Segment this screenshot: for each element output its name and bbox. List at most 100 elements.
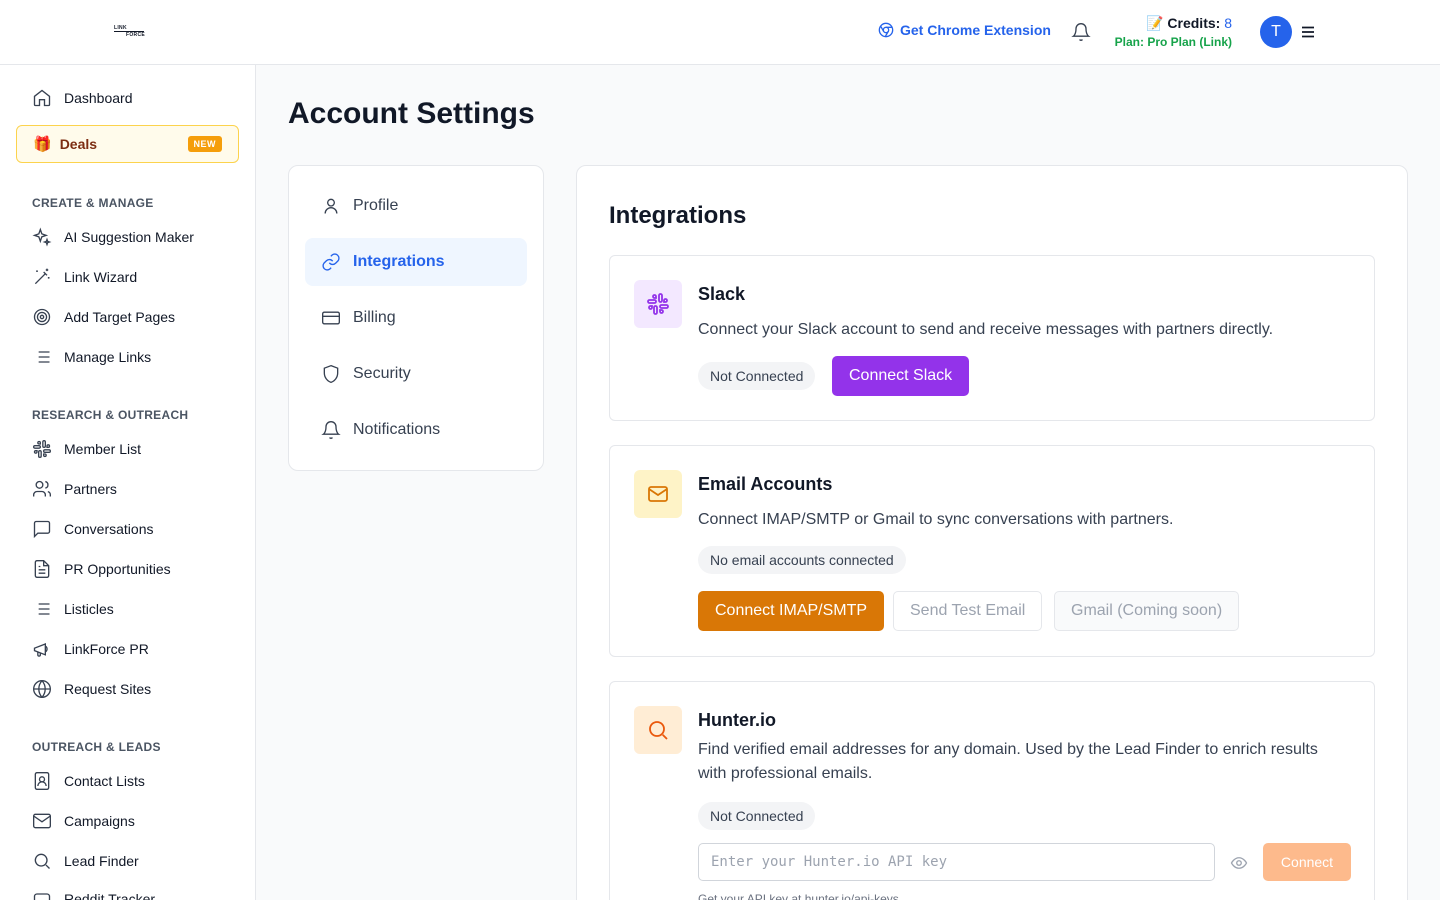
sparkles-icon [32,227,52,247]
sidebar-item-contact-lists[interactable]: Contact Lists [32,770,145,792]
sidebar-item-add-target-pages[interactable]: Add Target Pages [32,306,175,328]
mail-icon [33,813,51,829]
user-icon [324,198,338,214]
hunter-icon-box [634,706,682,754]
notifications-bell-icon[interactable] [1071,22,1091,42]
integrations-panel: Integrations Slack Connect your Slack ac… [576,165,1408,900]
slack-description: Connect your Slack account to send and r… [698,321,1274,338]
menu-icon[interactable] [1300,24,1316,40]
sidebar-item-deals[interactable]: 🎁 Deals NEW [16,125,239,163]
app-logo[interactable]: LINK FORCE [112,24,148,40]
section-label-outreach-leads: OUTREACH & LEADS [32,740,161,754]
sidebar-item-partners[interactable]: Partners [32,478,117,500]
sidebar-item-linkforce-pr[interactable]: LinkForce PR [32,638,149,660]
sidebar-item-label: Partners [64,481,117,497]
sidebar-item-ai-suggestion-maker[interactable]: AI Suggestion Maker [32,226,194,248]
tab-label: Integrations [353,253,445,270]
globe-icon [33,680,51,698]
tab-security[interactable]: Security [305,350,527,398]
send-test-email-button[interactable]: Send Test Email [893,591,1043,631]
sidebar-item-label: LinkForce PR [64,641,149,657]
sidebar-item-label: Conversations [64,521,154,537]
slack-icon [33,440,51,458]
list-icon [34,603,50,615]
page-title: Account Settings [288,97,535,130]
sidebar-item-reddit-tracker[interactable]: Reddit Tracker [32,888,155,900]
sidebar-item-label: Add Target Pages [64,309,176,325]
reddit-icon [33,893,51,900]
section-label-create-manage: CREATE & MANAGE [32,196,154,210]
hunter-description: Find verified email addresses for any do… [698,741,1318,782]
sidebar-item-manage-links[interactable]: Manage Links [32,346,151,368]
hunter-title: Hunter.io [698,710,777,730]
hunter-connect-button[interactable]: Connect [1263,843,1351,881]
sidebar-item-label: Reddit Tracker [64,891,156,900]
sidebar-item-label: Deals [59,136,98,152]
slack-status-badge: Not Connected [698,362,816,390]
email-accounts-card: Email Accounts Connect IMAP/SMTP or Gmai… [609,445,1375,657]
user-avatar[interactable]: T [1260,16,1292,48]
magic-wand-icon [34,268,50,285]
sidebar: Dashboard 🎁 Deals NEW CREATE & MANAGE AI… [0,65,256,900]
sidebar-item-link-wizard[interactable]: Link Wizard [32,266,137,288]
connect-slack-button[interactable]: Connect Slack [832,356,970,396]
sidebar-item-label: Lead Finder [64,853,139,869]
sidebar-item-lead-finder[interactable]: Lead Finder [32,850,139,872]
tab-label: Profile [353,197,399,214]
sidebar-item-label: AI Suggestion Maker [64,229,194,245]
tab-integrations[interactable]: Integrations [305,238,527,286]
tab-billing[interactable]: Billing [305,294,527,342]
sidebar-item-label: Campaigns [64,813,135,829]
panel-title: Integrations [609,202,747,229]
target-icon [33,308,51,326]
sidebar-item-dashboard[interactable]: Dashboard [32,87,133,109]
sidebar-item-pr-opportunities[interactable]: PR Opportunities [32,558,171,580]
email-status-badge: No email accounts connected [698,546,906,574]
slack-title: Slack [698,284,746,304]
credits-icon: 📝 [1146,15,1164,31]
tab-notifications[interactable]: Notifications [305,406,527,454]
sidebar-item-label: Listicles [64,601,114,617]
sidebar-item-label: Manage Links [64,349,152,365]
search-icon [34,853,50,869]
sidebar-item-label: Member List [64,441,142,457]
gmail-coming-soon-button[interactable]: Gmail (Coming soon) [1054,591,1240,631]
slack-icon-box [634,280,682,328]
slack-integration-card: Slack Connect your Slack account to send… [609,255,1375,421]
credits-display: 📝 Credits: 8 Plan: Pro Plan (Link) [1112,15,1236,49]
tab-label: Security [353,365,411,382]
hunter-io-card: Hunter.io Find verified email addresses … [609,681,1375,900]
sidebar-item-campaigns[interactable]: Campaigns [32,810,135,832]
hunter-api-key-hint: Get your API key at hunter.io/api-keys [698,892,899,900]
sidebar-item-label: PR Opportunities [64,561,171,577]
chrome-icon [878,22,894,38]
email-accounts-title: Email Accounts [698,474,833,494]
document-icon [34,560,50,578]
sidebar-item-label: Contact Lists [64,773,145,789]
message-square-icon [33,520,51,539]
contact-book-icon [34,772,50,790]
settings-nav: Profile Integrations Billing Security No… [288,165,544,471]
shield-icon [323,364,339,384]
plan-label: Plan: Pro Plan (Link) [1114,35,1232,49]
credits-label: Credits: [1167,15,1221,31]
credit-card-icon [322,311,340,325]
sidebar-item-listicles[interactable]: Listicles [32,598,114,620]
tab-label: Notifications [353,421,441,438]
sidebar-item-request-sites[interactable]: Request Sites [32,678,151,700]
sidebar-item-member-list[interactable]: Member List [32,438,141,460]
sidebar-item-conversations[interactable]: Conversations [32,518,154,540]
new-badge: NEW [187,136,222,152]
logo-text-bottom: FORCE [126,32,145,38]
home-icon [33,89,51,107]
get-chrome-extension-link[interactable]: Get Chrome Extension [878,22,1051,38]
email-accounts-description: Connect IMAP/SMTP or Gmail to sync conve… [698,511,1174,528]
credits-value: 8 [1224,15,1232,31]
tab-profile[interactable]: Profile [305,182,527,230]
eye-icon[interactable] [1230,854,1248,872]
connect-imap-smtp-button[interactable]: Connect IMAP/SMTP [698,591,885,631]
sidebar-item-label: Request Sites [64,681,152,697]
sidebar-item-label: Dashboard [64,90,133,106]
users-icon [33,480,52,497]
hunter-api-key-input[interactable] [698,843,1215,881]
